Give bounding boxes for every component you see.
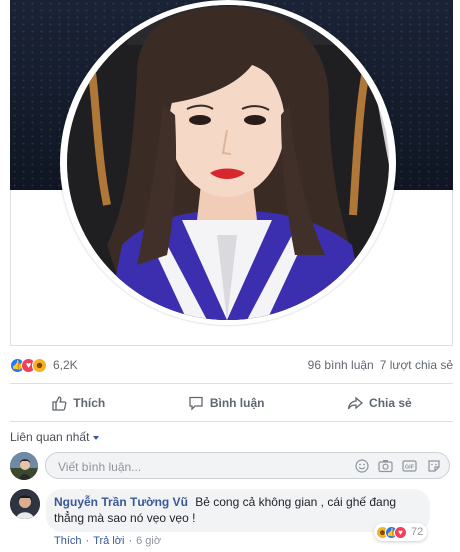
like-button-label: Thích: [73, 396, 106, 410]
comment-author-link[interactable]: Nguyễn Trần Tường Vũ: [54, 495, 188, 509]
comment-button[interactable]: Bình luận: [188, 395, 265, 411]
gif-icon[interactable]: GIF: [402, 458, 417, 473]
profile-picture[interactable]: [67, 5, 389, 320]
post-action-bar: Thích Bình luận Chia sẻ: [10, 388, 453, 418]
comment-count-link[interactable]: 96 bình luận: [308, 358, 374, 372]
divider: [10, 421, 453, 422]
reaction-summary[interactable]: 👍 ♥ ☻ 6,2K: [10, 356, 78, 374]
comment-composer: GIF: [10, 452, 453, 482]
comment-icon: [189, 396, 203, 411]
share-button[interactable]: Chia sẻ: [347, 395, 412, 411]
commenter-avatar[interactable]: [10, 489, 40, 519]
emoji-icon[interactable]: [354, 458, 369, 473]
divider: [10, 383, 453, 384]
comment-sort-dropdown[interactable]: Liên quan nhất: [10, 430, 100, 444]
comment-reaction-summary[interactable]: ☻ 👍 ♥ 72: [374, 523, 428, 541]
caret-down-icon: [93, 435, 100, 440]
comment-like-link[interactable]: Thích: [54, 535, 82, 547]
comment-bubble: Nguyễn Trần Tường Vũ Bẻ cong cả không gi…: [46, 489, 430, 532]
haha-icon: ☻: [32, 357, 47, 373]
current-user-avatar[interactable]: [10, 452, 38, 480]
like-button[interactable]: Thích: [51, 395, 105, 411]
profile-photo-illustration: [67, 5, 389, 320]
svg-text:GIF: GIF: [405, 464, 415, 470]
user-avatar-image: [10, 452, 38, 480]
comment-input-box[interactable]: GIF: [45, 452, 450, 480]
camera-icon[interactable]: [378, 458, 393, 473]
share-icon: [347, 396, 364, 410]
love-icon: ♥: [394, 525, 407, 539]
reaction-count[interactable]: 6,2K: [53, 358, 78, 372]
comment-timestamp[interactable]: 6 giờ: [136, 535, 161, 547]
comment-input[interactable]: [56, 453, 340, 480]
post-stats-bar: 👍 ♥ ☻ 6,2K 96 bình luận 7 lượt chia sẻ: [10, 352, 453, 378]
share-count-link[interactable]: 7 lượt chia sẻ: [380, 358, 453, 372]
thumbs-up-icon: [52, 396, 67, 411]
separator: ·: [128, 535, 133, 547]
separator: ·: [85, 535, 90, 547]
commenter-avatar-image: [10, 489, 40, 519]
comment-actions: Thích · Trả lời · 6 giờ: [54, 535, 161, 547]
comment-reply-link[interactable]: Trả lời: [93, 535, 124, 547]
comment-button-label: Bình luận: [209, 396, 265, 410]
share-button-label: Chia sẻ: [369, 396, 412, 410]
comment-reaction-count: 72: [411, 526, 424, 538]
sort-label: Liên quan nhất: [10, 430, 90, 444]
sticker-icon[interactable]: [426, 458, 441, 473]
